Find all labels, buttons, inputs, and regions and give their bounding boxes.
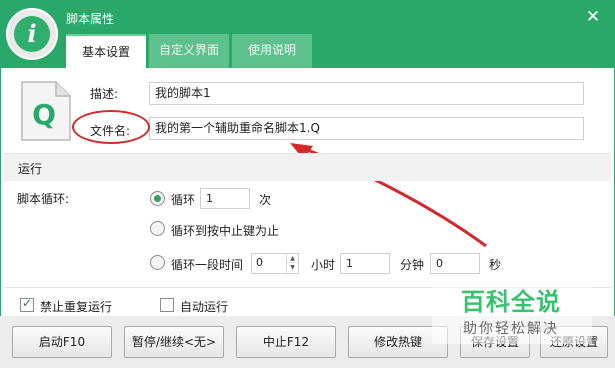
script-file-icon: Q	[21, 81, 71, 141]
minutes-unit: 分钟	[400, 258, 425, 272]
autorun-label: 自动运行	[180, 300, 229, 314]
tab-instructions[interactable]: 使用说明	[232, 34, 312, 68]
watermark-subtitle: 助你轻松解决	[463, 321, 559, 337]
hours-unit: 小时	[311, 258, 336, 272]
hours-stepper[interactable]: 0 ▲ ▼	[251, 253, 299, 274]
app-logo: i	[6, 8, 58, 60]
start-button[interactable]: 启动F10	[12, 326, 112, 358]
file-icon-letter: Q	[32, 98, 56, 131]
seconds-unit: 秒	[489, 258, 502, 272]
loop-until-stop-radio[interactable]	[150, 221, 165, 236]
script-loop-label: 脚本循环:	[17, 192, 70, 206]
no-repeat-checkbox[interactable]	[20, 296, 34, 312]
minutes-input[interactable]: 1	[340, 253, 390, 274]
description-input[interactable]: 我的脚本1	[149, 82, 584, 105]
autorun-checkbox[interactable]	[160, 298, 174, 312]
run-section-header: 运行	[4, 153, 611, 181]
loop-count-input[interactable]: 1	[200, 188, 250, 209]
seconds-input[interactable]: 0	[430, 253, 480, 274]
loop-count-label: 循环	[171, 193, 196, 207]
loop-duration-label: 循环一段时间	[171, 258, 244, 272]
close-button[interactable]: ✕	[582, 6, 604, 28]
title-bar: i 脚本属性 ✕ 基本设置 自定义界面 使用说明	[0, 0, 615, 68]
stop-button[interactable]: 中止F12	[236, 326, 336, 358]
no-repeat-label: 禁止重复运行	[40, 300, 113, 314]
loop-duration-radio[interactable]	[150, 255, 165, 270]
watermark-title: 百科全说	[461, 288, 561, 316]
loop-count-radio[interactable]	[150, 191, 165, 206]
run-section-title: 运行	[18, 162, 43, 176]
filename-input[interactable]: 我的第一个辅助重命名脚本1.Q	[149, 117, 584, 140]
loop-until-stop-label: 循环到按中止键为止	[171, 224, 280, 238]
hours-value: 0	[256, 256, 263, 269]
tab-basic-settings[interactable]: 基本设置	[66, 34, 146, 68]
description-label: 描述:	[90, 87, 119, 101]
hours-up-icon[interactable]: ▲	[287, 254, 298, 263]
hours-down-icon[interactable]: ▼	[287, 263, 298, 272]
pause-resume-button[interactable]: 暂停/继续<无>	[124, 326, 224, 358]
window-title: 脚本属性	[66, 12, 115, 26]
tab-custom-ui[interactable]: 自定义界面	[149, 34, 229, 68]
info-icon: i	[14, 16, 50, 52]
annotation-ellipse	[72, 110, 150, 144]
loop-count-unit: 次	[259, 193, 272, 207]
